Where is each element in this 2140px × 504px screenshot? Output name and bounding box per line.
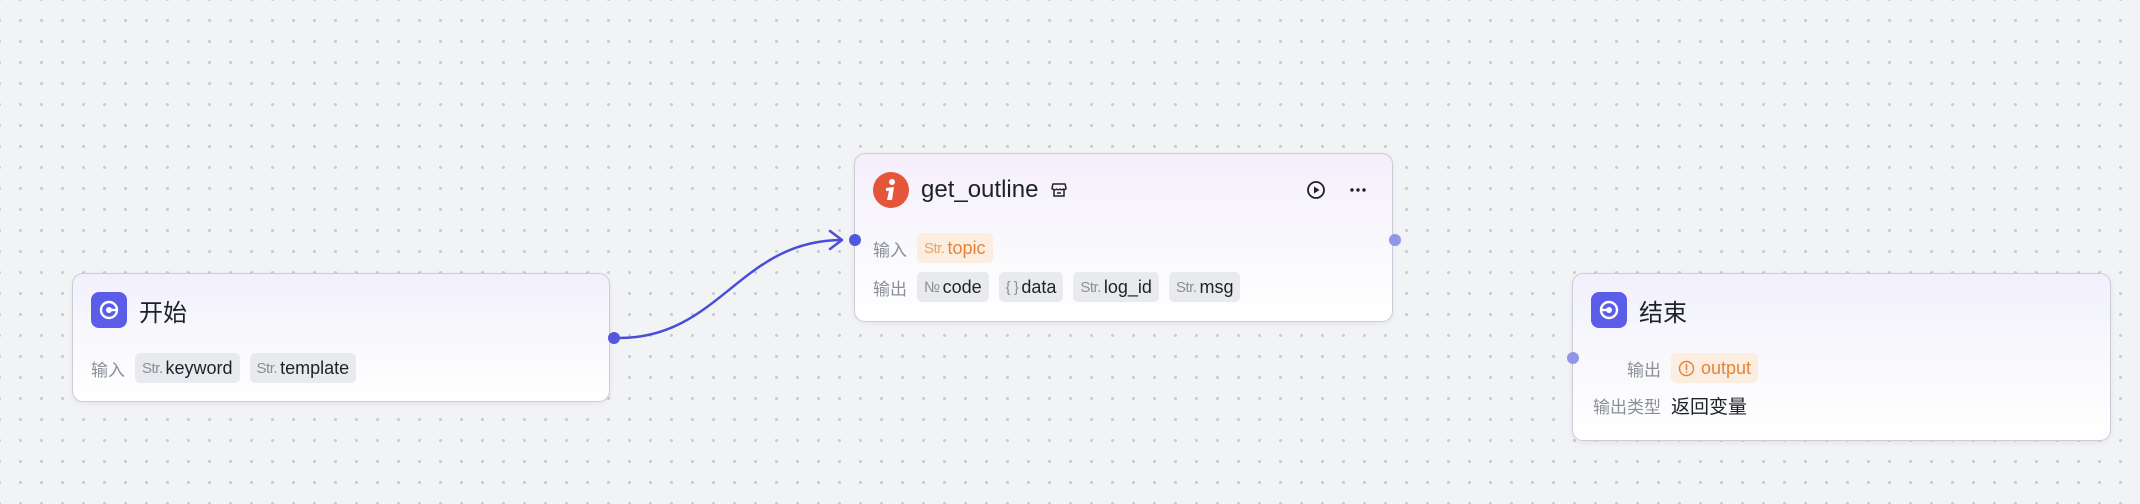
edge-start-to-plugin[interactable]	[618, 238, 843, 340]
var-name: topic	[947, 237, 986, 258]
plugin-node-inputs-row: 输入 Str. topic	[873, 233, 993, 263]
var-name: data	[1021, 276, 1057, 297]
more-icon	[1350, 188, 1366, 192]
plugin-node-outputs-row: 输出 № code { } data Str. log_id Str. msg	[873, 272, 1241, 302]
var-name: code	[942, 276, 982, 297]
start-node-title: 开始	[139, 299, 187, 327]
var-name: keyword	[165, 357, 233, 378]
output-var-log-id[interactable]: Str. log_id	[1073, 272, 1159, 302]
edge-arrowhead	[828, 229, 844, 251]
var-type: Str.	[256, 359, 278, 377]
var-type: { }	[1005, 278, 1019, 296]
start-node-output-port[interactable]	[608, 332, 620, 344]
store-icon	[1050, 181, 1068, 199]
input-var-keyword[interactable]: Str. keyword	[135, 353, 240, 383]
end-node-output-row: 输出 output	[1591, 353, 1759, 383]
end-node-output-type-value: 返回变量	[1671, 397, 1748, 418]
plugin-node-output-port[interactable]	[1389, 234, 1401, 246]
var-name: log_id	[1103, 276, 1152, 297]
warning-icon	[1678, 360, 1695, 377]
plugin-node-output-label: 输出	[873, 279, 907, 299]
start-node-input-label: 输入	[91, 360, 125, 380]
end-node-output-type-label: 输出类型	[1593, 398, 1661, 417]
var-type: Str.	[1080, 278, 1101, 296]
run-button[interactable]	[1303, 177, 1329, 203]
more-button[interactable]	[1345, 177, 1371, 203]
var-type: Str.	[1175, 278, 1197, 296]
play-circle-icon	[1307, 181, 1325, 199]
start-node-inputs-row: 输入 Str. keyword Str. template	[91, 353, 357, 383]
output-var-msg[interactable]: Str. msg	[1168, 272, 1241, 302]
plugin-node-title: get_outline	[921, 176, 1039, 203]
var-name: template	[280, 357, 350, 378]
end-node-header: 结束	[1591, 292, 1687, 328]
plugin-node[interactable]: get_outline 输入 Str. topic 输出 № code {} …	[854, 153, 1393, 322]
plugin-node-input-label: 输入	[873, 240, 907, 260]
var-type: Str.	[924, 239, 945, 257]
plugin-node-header: get_outline	[873, 172, 1068, 208]
output-var-output[interactable]: output	[1671, 353, 1759, 383]
end-node-title: 结束	[1639, 299, 1687, 327]
input-var-template[interactable]: Str. template	[249, 353, 357, 383]
start-node-icon	[91, 292, 127, 328]
workflow-canvas[interactable]: 开始 输入 Str. keyword Str. template get_out…	[0, 0, 2140, 504]
start-node-header: 开始	[91, 292, 187, 328]
start-node[interactable]: 开始 输入 Str. keyword Str. template	[72, 273, 610, 402]
var-name: msg	[1199, 276, 1234, 297]
var-name: output	[1701, 357, 1752, 378]
output-var-code[interactable]: № code	[917, 272, 989, 302]
plugin-logo-icon	[873, 172, 909, 208]
end-node-input-port[interactable]	[1567, 352, 1579, 364]
input-var-topic[interactable]: Str. topic	[917, 233, 993, 263]
end-node-output-label: 输出	[1627, 360, 1661, 380]
var-type: №	[924, 278, 940, 296]
var-type: Str.	[142, 359, 163, 377]
end-node-icon	[1591, 292, 1627, 328]
end-node-output-type-row: 输出类型 返回变量	[1591, 392, 1747, 419]
plugin-node-input-port[interactable]	[849, 234, 861, 246]
end-node[interactable]: 结束 输出 output 输出类型 返回变量	[1572, 273, 2111, 441]
output-var-data[interactable]: { } data	[998, 272, 1064, 302]
